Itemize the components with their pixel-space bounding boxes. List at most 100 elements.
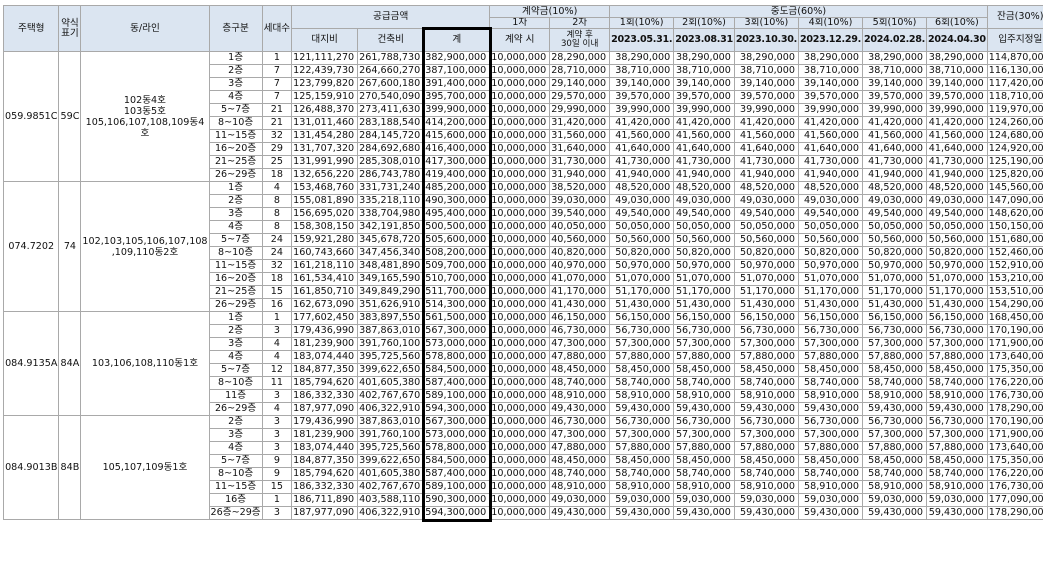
build-cost-cell: 399,622,650 [357,454,425,468]
col-header-abbr-line2: 표기 [61,27,79,39]
middle-payment-cell: 41,420,000 [797,116,863,130]
contract-1-cell: 10,000,000 [489,259,551,273]
table-body: 059.9851C 59C 102동4호 103동5호 105,106,107,108,… [2,51,1043,520]
total-cell: 495,400,000 [423,207,491,221]
balance-cell: 150,150,000 [986,220,1043,234]
build-cost-cell: 338,704,980 [357,207,425,221]
middle-payment-cell: 39,990,000 [673,103,735,117]
floor-cell: 16층 [208,493,263,507]
middle-payment-cell: 50,820,000 [673,246,735,260]
floor-cell: 3층 [208,428,263,442]
middle-payment-cell: 50,560,000 [609,233,675,247]
contract-2-cell: 48,450,000 [549,363,611,377]
build-cost-cell: 264,660,270 [357,64,425,78]
contract-2-cell: 40,970,000 [549,259,611,273]
total-cell: 382,900,000 [423,51,491,65]
middle-payment-cell: 56,150,000 [861,311,928,325]
middle-payment-cell: 58,910,000 [609,389,675,403]
middle-payment-cell: 58,910,000 [926,480,988,494]
contract-2-cell: 38,520,000 [549,181,611,195]
floor-cell: 5~7층 [208,233,263,247]
total-cell: 509,700,000 [423,259,491,273]
middle-payment-cell: 56,150,000 [926,311,988,325]
middle-payment-cell: 48,520,000 [609,181,675,195]
middle-payment-cell: 59,430,000 [733,506,799,520]
col-header-second: 2차 [549,17,611,29]
total-cell: 589,100,000 [423,480,491,494]
col-header-floor: 층구분 [208,5,263,52]
land-cell: 161,218,110 [291,259,359,273]
middle-payment-cell: 56,150,000 [797,311,863,325]
total-cell: 587,400,000 [423,467,491,481]
units-cell: 1 [261,493,293,507]
contract-2-cell: 46,730,000 [549,415,611,429]
land-cell: 131,707,320 [291,142,359,156]
middle-payment-cell: 56,730,000 [797,324,863,338]
units-cell: 9 [261,467,293,481]
contract-1-cell: 10,000,000 [489,155,551,169]
build-cost-cell: 331,731,240 [357,181,425,195]
middle-payment-cell: 48,520,000 [733,181,799,195]
contract-1-cell: 10,000,000 [489,298,551,312]
units-cell: 4 [261,350,293,364]
balance-cell: 114,870,000 [986,51,1043,65]
balance-cell: 176,730,000 [986,389,1043,403]
middle-payment-cell: 57,300,000 [926,428,988,442]
balance-cell: 171,900,000 [986,337,1043,351]
build-cost-cell: 347,456,340 [357,246,425,260]
middle-payment-cell: 56,730,000 [673,415,735,429]
floor-cell: 8~10층 [208,467,263,481]
middle-payment-cell: 49,540,000 [926,207,988,221]
units-cell: 18 [261,168,293,182]
middle-payment-cell: 59,430,000 [861,506,928,520]
contract-2-cell: 31,940,000 [549,168,611,182]
middle-payment-cell: 39,990,000 [861,103,928,117]
middle-payment-cell: 39,570,000 [609,90,675,104]
col-header-units: 세대수 [261,5,293,52]
middle-payment-cell: 49,030,000 [609,194,675,208]
middle-payment-cell: 50,970,000 [797,259,863,273]
table-row: 059.9851C 59C 102동4호 103동5호 105,106,107,108,… [2,51,1043,182]
floor-cell: 16~20층 [208,272,263,286]
floor-cell: 26~29층 [208,402,263,416]
middle-payment-cell: 38,290,000 [733,51,799,65]
middle-payment-cell: 41,640,000 [733,142,799,156]
build-cost-cell: 286,743,780 [357,168,425,182]
units-cell: 7 [261,64,293,78]
contract-2-cell: 40,050,000 [549,220,611,234]
balance-cell: 124,680,000 [986,129,1043,143]
contract-2-cell: 40,820,000 [549,246,611,260]
land-cell: 187,977,090 [291,402,359,416]
middle-payment-cell: 59,430,000 [797,402,863,416]
floor-cell: 5~7층 [208,454,263,468]
floor-cell: 3층 [208,207,263,221]
middle-payment-cell: 49,030,000 [673,194,735,208]
contract-2-cell: 48,450,000 [549,454,611,468]
land-cell: 179,436,990 [291,415,359,429]
middle-payment-cell: 39,990,000 [733,103,799,117]
total-cell: 567,300,000 [423,324,491,338]
middle-payment-cell: 58,910,000 [926,389,988,403]
build-cost-cell: 349,849,290 [357,285,425,299]
middle-payment-cell: 51,430,000 [673,298,735,312]
land-cell: 153,468,760 [291,181,359,195]
build-cost-cell: 402,767,670 [357,389,425,403]
middle-payment-cell: 41,730,000 [673,155,735,169]
units-cell: 8 [261,207,293,221]
middle-payment-cell: 50,050,000 [861,220,928,234]
floor-cell: 8~10층 [208,116,263,130]
floor-cell: 2층 [208,324,263,338]
units-cell: 7 [261,90,293,104]
middle-payment-cell: 59,030,000 [609,493,675,507]
total-cell: 573,000,000 [423,428,491,442]
middle-payment-cell: 59,430,000 [673,506,735,520]
middle-payment-cell: 57,300,000 [733,337,799,351]
middle-payment-cell: 51,070,000 [673,272,735,286]
total-cell: 561,500,000 [423,311,491,325]
contract-1-cell: 10,000,000 [489,389,551,403]
middle-payment-cell: 48,520,000 [926,181,988,195]
middle-payment-cell: 48,520,000 [861,181,928,195]
total-cell: 589,100,000 [423,389,491,403]
contract-1-cell: 10,000,000 [489,493,551,507]
land-cell: 162,673,090 [291,298,359,312]
